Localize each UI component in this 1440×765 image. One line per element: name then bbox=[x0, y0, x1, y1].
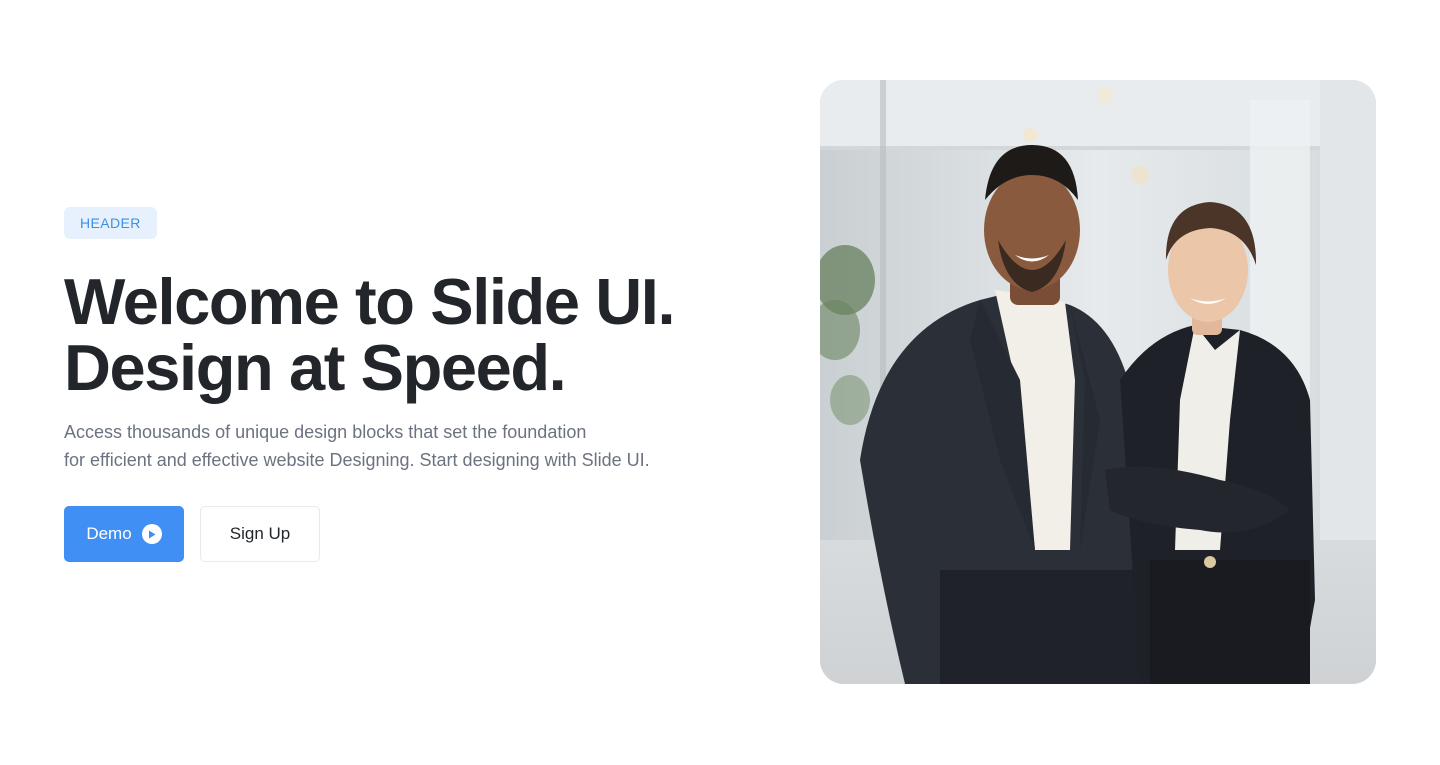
sign-up-button-label: Sign Up bbox=[229, 524, 291, 543]
demo-button-label: Demo bbox=[86, 524, 132, 543]
hero-section: HEADER Welcome to Slide UI. Design at Sp… bbox=[0, 0, 1440, 765]
description-line-1: Access thousands of unique design blocks… bbox=[64, 422, 587, 442]
hero-content: HEADER Welcome to Slide UI. Design at Sp… bbox=[64, 207, 764, 562]
hero-actions: Demo Sign Up bbox=[64, 506, 764, 562]
section-badge: HEADER bbox=[64, 207, 157, 239]
hero-photo bbox=[820, 80, 1376, 684]
demo-button[interactable]: Demo bbox=[64, 506, 184, 562]
description-line-2: for efficient and effective website Desi… bbox=[64, 450, 650, 470]
page-title: Welcome to Slide UI. Design at Speed. bbox=[64, 269, 764, 401]
hero-description: Access thousands of unique design blocks… bbox=[64, 418, 724, 474]
sign-up-button[interactable]: Sign Up bbox=[200, 506, 320, 562]
business-people-illustration bbox=[820, 80, 1376, 684]
play-circle-icon bbox=[141, 524, 162, 544]
title-line-1: Welcome to Slide UI. bbox=[64, 265, 676, 338]
title-line-2: Design at Speed. bbox=[64, 331, 567, 404]
